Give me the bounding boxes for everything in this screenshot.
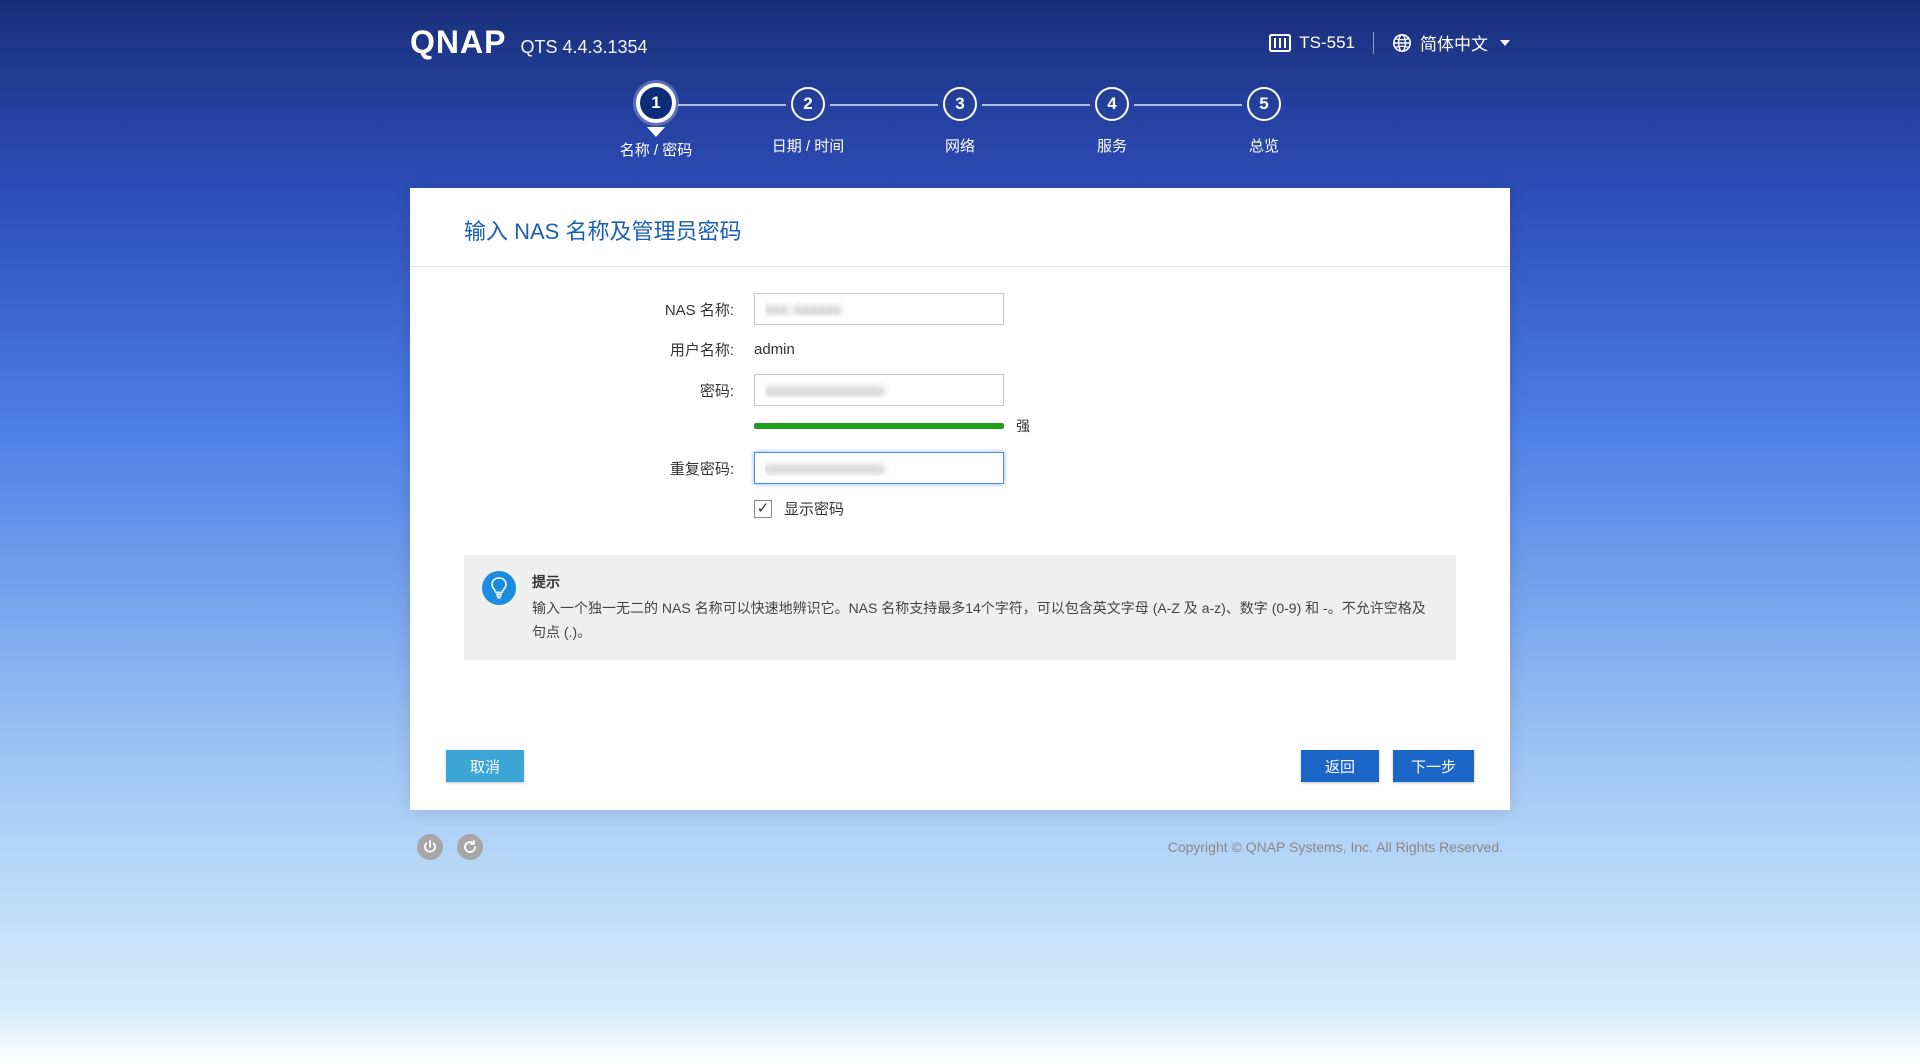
step-label: 网络 bbox=[945, 135, 975, 156]
copyright: Copyright © QNAP Systems, Inc. All Right… bbox=[1168, 839, 1503, 855]
header-right: TS-551 简体中文 bbox=[1269, 30, 1510, 55]
show-password-checkbox[interactable]: ✓ bbox=[754, 500, 772, 518]
language-label: 简体中文 bbox=[1420, 30, 1488, 55]
step-name-password[interactable]: 1 名称 / 密码 bbox=[580, 87, 732, 160]
form-area: NAS 名称: 用户名称: admin 密码: 强 重复密码: ✓ 显示密码 bbox=[410, 267, 1510, 529]
stepper: 1 名称 / 密码 2 日期 / 时间 3 网络 4 服务 5 总览 bbox=[580, 87, 1340, 160]
step-number: 4 bbox=[1095, 87, 1129, 121]
strength-label: 强 bbox=[1016, 416, 1030, 436]
header: QNAP QTS 4.4.3.1354 TS-551 简体中文 bbox=[400, 0, 1520, 79]
row-show-password: ✓ 显示密码 bbox=[754, 498, 1456, 519]
step-services[interactable]: 4 服务 bbox=[1036, 87, 1188, 160]
product-version: QTS 4.4.3.1354 bbox=[520, 37, 647, 58]
row-password: 密码: bbox=[464, 374, 1456, 406]
username-label: 用户名称: bbox=[464, 339, 754, 360]
language-selector[interactable]: 简体中文 bbox=[1392, 30, 1510, 55]
step-number: 3 bbox=[943, 87, 977, 121]
back-button[interactable]: 返回 bbox=[1301, 750, 1379, 782]
password-input[interactable] bbox=[754, 374, 1004, 406]
cancel-button[interactable]: 取消 bbox=[446, 750, 524, 782]
model-badge: TS-551 bbox=[1269, 33, 1355, 53]
nas-name-label: NAS 名称: bbox=[464, 299, 754, 320]
step-label: 日期 / 时间 bbox=[772, 135, 845, 156]
repeat-password-label: 重复密码: bbox=[464, 458, 754, 479]
hint-content: 提示 输入一个独一无二的 NAS 名称可以快速地辨识它。NAS 名称支持最多14… bbox=[532, 571, 1438, 644]
step-label: 名称 / 密码 bbox=[620, 139, 693, 160]
step-pointer-icon bbox=[647, 127, 665, 137]
globe-icon bbox=[1392, 33, 1412, 53]
username-value: admin bbox=[754, 341, 795, 358]
password-strength: 强 bbox=[754, 416, 1456, 436]
model-label: TS-551 bbox=[1299, 33, 1355, 53]
step-label: 总览 bbox=[1249, 135, 1279, 156]
show-password-label: 显示密码 bbox=[784, 498, 844, 519]
card-title: 输入 NAS 名称及管理员密码 bbox=[410, 188, 1510, 267]
divider bbox=[1373, 32, 1374, 54]
setup-card: 输入 NAS 名称及管理员密码 NAS 名称: 用户名称: admin 密码: … bbox=[410, 188, 1510, 810]
footer-icons bbox=[417, 834, 483, 860]
step-network[interactable]: 3 网络 bbox=[884, 87, 1036, 160]
step-summary[interactable]: 5 总览 bbox=[1188, 87, 1340, 160]
row-repeat-password: 重复密码: bbox=[464, 452, 1456, 484]
chevron-down-icon bbox=[1500, 40, 1510, 46]
row-nas-name: NAS 名称: bbox=[464, 293, 1456, 325]
hint-title: 提示 bbox=[532, 571, 1438, 595]
row-username: 用户名称: admin bbox=[464, 339, 1456, 360]
logo: QNAP bbox=[410, 24, 506, 61]
brand: QNAP QTS 4.4.3.1354 bbox=[410, 24, 648, 61]
step-number: 1 bbox=[636, 83, 676, 123]
step-number: 2 bbox=[791, 87, 825, 121]
repeat-password-input[interactable] bbox=[754, 452, 1004, 484]
page-footer: Copyright © QNAP Systems, Inc. All Right… bbox=[405, 824, 1515, 880]
hint-body: 输入一个独一无二的 NAS 名称可以快速地辨识它。NAS 名称支持最多14个字符… bbox=[532, 597, 1438, 645]
next-button[interactable]: 下一步 bbox=[1393, 750, 1474, 782]
password-label: 密码: bbox=[464, 380, 754, 401]
card-footer: 取消 返回 下一步 bbox=[410, 660, 1510, 786]
strength-bar bbox=[754, 423, 1004, 429]
power-icon[interactable] bbox=[417, 834, 443, 860]
nas-icon bbox=[1269, 34, 1291, 52]
lightbulb-icon bbox=[482, 571, 516, 605]
step-number: 5 bbox=[1247, 87, 1281, 121]
step-label: 服务 bbox=[1097, 135, 1127, 156]
nas-name-input[interactable] bbox=[754, 293, 1004, 325]
refresh-icon[interactable] bbox=[457, 834, 483, 860]
step-date-time[interactable]: 2 日期 / 时间 bbox=[732, 87, 884, 160]
hint-box: 提示 输入一个独一无二的 NAS 名称可以快速地辨识它。NAS 名称支持最多14… bbox=[464, 555, 1456, 660]
